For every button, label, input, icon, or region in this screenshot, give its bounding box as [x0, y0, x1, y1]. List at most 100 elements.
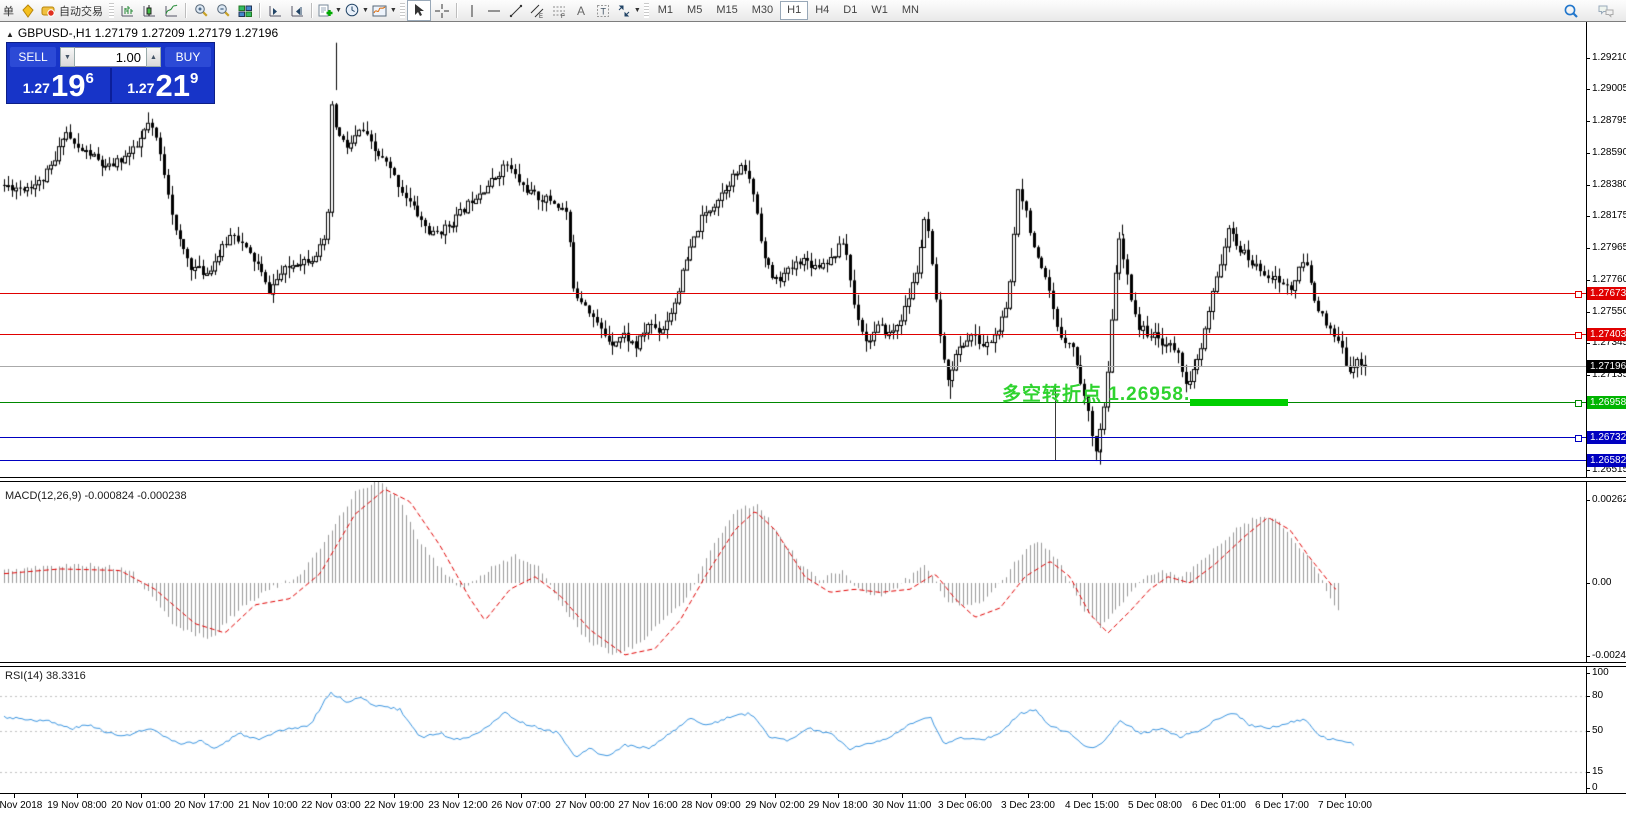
- time-label: 28 Nov 09:00: [681, 800, 741, 811]
- tile-windows-button[interactable]: [234, 1, 256, 20]
- green-highlight-segment[interactable]: [1190, 399, 1288, 406]
- arrows-button[interactable]: ▼: [615, 1, 642, 20]
- time-label: 27 Nov 16:00: [618, 800, 678, 811]
- time-tick: [1028, 794, 1029, 798]
- price-axis-label: 1.26930: [1592, 401, 1626, 412]
- pane-separator[interactable]: [0, 662, 1626, 667]
- fibonacci-button[interactable]: F: [549, 1, 571, 20]
- time-label: 6 Dec 01:00: [1192, 800, 1246, 811]
- price-axis-label: 1.27135: [1592, 369, 1626, 380]
- text-label-button[interactable]: T: [593, 1, 615, 20]
- level-price-label: 1.27196: [1587, 360, 1626, 373]
- zoom-in-button[interactable]: [190, 1, 212, 20]
- chart-shift-button[interactable]: [264, 1, 286, 20]
- indicators-button[interactable]: ▼: [316, 1, 343, 20]
- timeframe-bar: M1M5M15M30H1H4D1W1MN: [651, 1, 926, 20]
- vertical-line-button[interactable]: [461, 1, 483, 20]
- timeframe-h4[interactable]: H4: [808, 1, 836, 20]
- channel-button[interactable]: E: [527, 1, 549, 20]
- time-tick: [521, 794, 522, 798]
- buy-price[interactable]: 1.27 21 9: [112, 68, 215, 102]
- time-tick: [775, 794, 776, 798]
- price-chart-canvas[interactable]: [0, 21, 1586, 478]
- time-axis[interactable]: 16 Nov 201819 Nov 08:0020 Nov 01:0020 No…: [0, 793, 1626, 823]
- bar-chart-button[interactable]: [116, 1, 138, 20]
- periods-button[interactable]: ▼: [343, 1, 370, 20]
- price-axis-label: 1.26725: [1592, 432, 1626, 443]
- time-tick: [141, 794, 142, 798]
- new-order-button[interactable]: 单: [0, 3, 17, 19]
- buy-price-sup: 9: [190, 70, 198, 87]
- price-axis-label: 1.28175: [1592, 210, 1626, 221]
- sell-button[interactable]: SELL: [10, 47, 56, 67]
- time-label: 22 Nov 19:00: [364, 800, 424, 811]
- toolbar-separator: [456, 3, 458, 18]
- timeframe-mn[interactable]: MN: [895, 1, 926, 20]
- timeframe-w1[interactable]: W1: [864, 1, 895, 20]
- level-price-label: 1.26732: [1587, 431, 1626, 444]
- macd-canvas[interactable]: [0, 482, 1586, 663]
- time-label: 3 Dec 23:00: [1001, 800, 1055, 811]
- trendline-button[interactable]: [505, 1, 527, 20]
- autotrading-button[interactable]: 自动交易: [39, 1, 107, 20]
- time-label: 6 Dec 17:00: [1255, 800, 1309, 811]
- volume-input[interactable]: [75, 47, 146, 67]
- pane-separator[interactable]: [0, 477, 1626, 482]
- timeframe-m5[interactable]: M5: [680, 1, 709, 20]
- chat-button[interactable]: [1596, 1, 1618, 20]
- cursor-button[interactable]: [407, 0, 431, 21]
- toolbar-grip: [109, 3, 114, 18]
- dropdown-icon: ▼: [362, 7, 369, 14]
- timeframe-d1[interactable]: D1: [836, 1, 864, 20]
- horizontal-line-button[interactable]: [483, 1, 505, 20]
- price-axis-label: 1.28795: [1592, 115, 1626, 126]
- dropdown-icon: ▼: [390, 7, 397, 14]
- timeframe-m15[interactable]: M15: [709, 1, 744, 20]
- time-label: 29 Nov 02:00: [745, 800, 805, 811]
- level-price-label: 1.27403: [1587, 328, 1626, 341]
- timeframe-m30[interactable]: M30: [745, 1, 780, 20]
- macd-axis-label: -0.00244: [1592, 650, 1626, 661]
- metaeditor-icon[interactable]: [17, 1, 39, 20]
- chart-title-text: GBPUSD-,H1 1.27179 1.27209 1.27179 1.271…: [18, 26, 278, 40]
- crosshair-button[interactable]: [431, 1, 453, 20]
- time-tick: [331, 794, 332, 798]
- time-tick: [268, 794, 269, 798]
- toolbar: 单 自动交易 ▼ ▼ ▼ E F A T ▼ M1M5M15M30H1H: [0, 0, 1626, 22]
- time-tick: [14, 794, 15, 798]
- svg-text:T: T: [601, 6, 607, 16]
- templates-button[interactable]: ▼: [370, 1, 398, 20]
- volume-decrease-button[interactable]: ▼: [60, 47, 75, 67]
- toolbar-right: [1560, 1, 1626, 20]
- auto-scroll-button[interactable]: [286, 1, 308, 20]
- price-axis-label: 1.27550: [1592, 306, 1626, 317]
- line-chart-button[interactable]: [160, 1, 182, 20]
- time-label: 20 Nov 17:00: [174, 800, 234, 811]
- time-tick: [1155, 794, 1156, 798]
- text-button[interactable]: A: [571, 1, 593, 20]
- time-tick: [1345, 794, 1346, 798]
- time-label: 27 Nov 00:00: [555, 800, 615, 811]
- volume-increase-button[interactable]: ▲: [146, 47, 161, 67]
- buy-price-big: 21: [155, 73, 189, 99]
- sell-price[interactable]: 1.27 19 6: [7, 68, 110, 102]
- zoom-out-button[interactable]: [212, 1, 234, 20]
- price-axis-label: 1.27345: [1592, 337, 1626, 348]
- timeframe-h1[interactable]: H1: [780, 1, 808, 20]
- timeframe-m1[interactable]: M1: [651, 1, 680, 20]
- price-axis-label: 1.27965: [1592, 242, 1626, 253]
- buy-button[interactable]: BUY: [165, 47, 211, 67]
- candlestick-chart-button[interactable]: [138, 1, 160, 20]
- pivot-annotation[interactable]: 多空转折点 1.26958.: [1002, 379, 1190, 406]
- collapse-icon[interactable]: ▲: [6, 30, 14, 39]
- time-label: 16 Nov 2018: [0, 800, 42, 811]
- rsi-canvas[interactable]: [0, 666, 1586, 793]
- time-tick: [902, 794, 903, 798]
- time-label: 7 Dec 10:00: [1318, 800, 1372, 811]
- rsi-axis-label: 80: [1592, 690, 1603, 701]
- level-price-label: 1.26582: [1587, 454, 1626, 467]
- search-button[interactable]: [1560, 1, 1582, 20]
- toolbar-separator: [311, 3, 313, 18]
- time-tick: [1282, 794, 1283, 798]
- price-axis-border: [1586, 21, 1587, 793]
